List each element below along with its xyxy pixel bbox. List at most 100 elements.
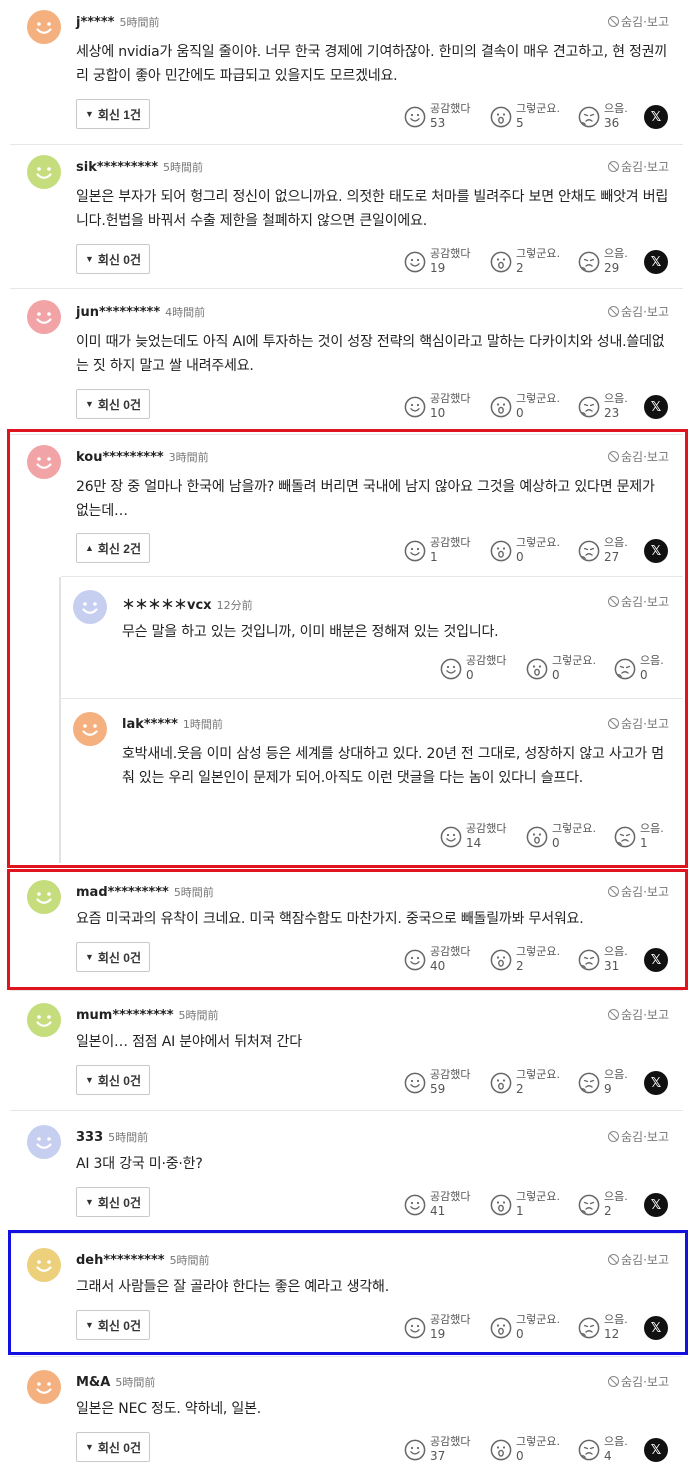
x-share-icon[interactable]: 𝕏 <box>644 250 668 274</box>
reaction-like-icon <box>404 1439 426 1461</box>
reaction-sad-button[interactable]: 으음. 1 <box>614 820 693 856</box>
hide-report-button[interactable]: 숨김·보고 <box>608 303 669 320</box>
reaction-like-button[interactable]: 공감했다 10 <box>404 390 484 426</box>
x-share-icon[interactable]: 𝕏 <box>644 539 668 563</box>
comment-meta: j***** 5時間前 <box>76 14 159 30</box>
reaction-like-button[interactable]: 공감했다 19 <box>404 1311 484 1347</box>
prohibited-icon <box>608 1131 620 1142</box>
reaction-like-button[interactable]: 공감했다 37 <box>404 1433 484 1469</box>
replies-toggle-button[interactable]: ▼ 회신 0건 <box>76 1432 150 1462</box>
reaction-wow-button[interactable]: 그렇군요. 2 <box>490 943 570 979</box>
replies-toggle-button[interactable]: ▼ 회신 1건 <box>76 99 150 129</box>
hide-report-button[interactable]: 숨김·보고 <box>608 158 669 175</box>
reaction-sad-button[interactable]: 으음. 0 <box>614 652 693 688</box>
replies-count: 회신 0건 <box>97 397 142 412</box>
reaction-wow-button[interactable]: 그렇군요. 2 <box>490 1066 570 1102</box>
x-share-icon[interactable]: 𝕏 <box>644 1193 668 1217</box>
replies-toggle-button[interactable]: ▼ 회신 0건 <box>76 389 150 419</box>
hide-report-button[interactable]: 숨김·보고 <box>608 593 669 610</box>
x-share-icon[interactable]: 𝕏 <box>644 1438 668 1462</box>
reaction-like-button[interactable]: 공감했다 14 <box>440 820 520 856</box>
reaction-label: 으음. <box>640 654 664 667</box>
reaction-wow-button[interactable]: 그렇군요. 0 <box>490 534 570 570</box>
reaction-like-button[interactable]: 공감했다 1 <box>404 534 484 570</box>
reaction-like-button[interactable]: 공감했다 59 <box>404 1066 484 1102</box>
replies-toggle-button[interactable]: ▼ 회신 0건 <box>76 942 150 972</box>
author-name[interactable]: 333 <box>76 1130 103 1145</box>
reaction-wow-button[interactable]: 그렇군요. 0 <box>490 1433 570 1469</box>
reaction-wow-button[interactable]: 그렇군요. 0 <box>526 820 606 856</box>
replies-count: 회신 2건 <box>97 541 142 556</box>
replies-toggle-button[interactable]: ▼ 회신 0건 <box>76 1310 150 1340</box>
comment-meta: jun********* 4時間前 <box>76 304 205 320</box>
timestamp: 4時間前 <box>165 306 206 319</box>
comment-text: AI 3대 강국 미·중·한? <box>76 1156 203 1172</box>
author-name[interactable]: mum********* <box>76 1008 174 1023</box>
reaction-like-button[interactable]: 공감했다 41 <box>404 1188 484 1224</box>
hide-report-button[interactable]: 숨김·보고 <box>608 13 669 30</box>
author-name[interactable]: jun********* <box>76 305 160 320</box>
reaction-sad-icon <box>578 1194 600 1216</box>
reaction-like-button[interactable]: 공감했다 53 <box>404 100 484 136</box>
comment-text: 세상에 nvidia가 움직일 줄이야. 너무 한국 경제에 기여하잖아. 한미… <box>76 44 668 84</box>
reaction-wow-button[interactable]: 그렇군요. 0 <box>490 390 570 426</box>
reaction-wow-button[interactable]: 그렇군요. 0 <box>490 1311 570 1347</box>
author-name[interactable]: mad********* <box>76 885 169 900</box>
reaction-wow-button[interactable]: 그렇군요. 1 <box>490 1188 570 1224</box>
reaction-count: 36 <box>604 116 620 130</box>
reaction-count: 12 <box>604 1327 620 1341</box>
hide-report-label: 숨김·보고 <box>621 1130 669 1144</box>
x-share-icon[interactable]: 𝕏 <box>644 105 668 129</box>
reaction-like-button[interactable]: 공감했다 19 <box>404 245 484 281</box>
reaction-label: 공감했다 <box>430 1313 471 1326</box>
author-name[interactable]: sik********* <box>76 160 158 175</box>
reaction-count: 0 <box>552 668 560 682</box>
reaction-label: 그렇군요. <box>516 102 560 115</box>
replies-toggle-button[interactable]: ▼ 회신 0건 <box>76 1065 150 1095</box>
reaction-label: 공감했다 <box>430 392 471 405</box>
author-name[interactable]: ＊＊＊＊＊vcx <box>122 594 212 613</box>
x-share-icon[interactable]: 𝕏 <box>644 948 668 972</box>
reaction-like-button[interactable]: 공감했다 0 <box>440 652 520 688</box>
reaction-label: 그렇군요. <box>516 536 560 549</box>
hide-report-label: 숨김·보고 <box>621 160 669 174</box>
hide-report-label: 숨김·보고 <box>621 717 669 731</box>
hide-report-button[interactable]: 숨김·보고 <box>608 715 669 732</box>
reaction-count: 19 <box>430 1327 446 1341</box>
hide-report-button[interactable]: 숨김·보고 <box>608 1128 669 1145</box>
reaction-wow-icon <box>490 106 512 128</box>
author-name[interactable]: kou********* <box>76 450 164 465</box>
reaction-count: 1 <box>430 550 438 564</box>
hide-report-button[interactable]: 숨김·보고 <box>608 1006 669 1023</box>
prohibited-icon <box>608 886 620 897</box>
reaction-wow-icon <box>490 1317 512 1339</box>
reaction-label: 공감했다 <box>430 1190 471 1203</box>
x-share-icon[interactable]: 𝕏 <box>644 395 668 419</box>
hide-report-button[interactable]: 숨김·보고 <box>608 883 669 900</box>
hide-report-button[interactable]: 숨김·보고 <box>608 448 669 465</box>
reaction-like-icon <box>440 658 462 680</box>
reaction-like-icon <box>404 396 426 418</box>
hide-report-button[interactable]: 숨김·보고 <box>608 1373 669 1390</box>
author-name[interactable]: M&A <box>76 1375 110 1390</box>
replies-toggle-button[interactable]: ▼ 회신 0건 <box>76 1187 150 1217</box>
reaction-like-button[interactable]: 공감했다 40 <box>404 943 484 979</box>
reaction-count: 4 <box>604 1449 612 1463</box>
replies-toggle-button[interactable]: ▲ 회신 2건 <box>76 533 150 563</box>
smiley-avatar-icon <box>73 590 107 624</box>
author-name[interactable]: deh********* <box>76 1253 165 1268</box>
divider <box>10 1110 683 1111</box>
reaction-label: 그렇군요. <box>516 1313 560 1326</box>
reaction-wow-button[interactable]: 그렇군요. 0 <box>526 652 606 688</box>
x-share-icon[interactable]: 𝕏 <box>644 1316 668 1340</box>
comment-text: 이미 때가 늦었는데도 아직 AI에 투자하는 것이 성장 전략의 핵심이라고 … <box>76 334 665 374</box>
timestamp: 5時間前 <box>163 161 204 174</box>
author-name[interactable]: j***** <box>76 15 114 30</box>
author-name[interactable]: lak***** <box>122 717 178 732</box>
reaction-wow-button[interactable]: 그렇군요. 5 <box>490 100 570 136</box>
hide-report-label: 숨김·보고 <box>621 450 669 464</box>
hide-report-button[interactable]: 숨김·보고 <box>608 1251 669 1268</box>
x-share-icon[interactable]: 𝕏 <box>644 1071 668 1095</box>
reaction-wow-button[interactable]: 그렇군요. 2 <box>490 245 570 281</box>
replies-toggle-button[interactable]: ▼ 회신 0건 <box>76 244 150 274</box>
